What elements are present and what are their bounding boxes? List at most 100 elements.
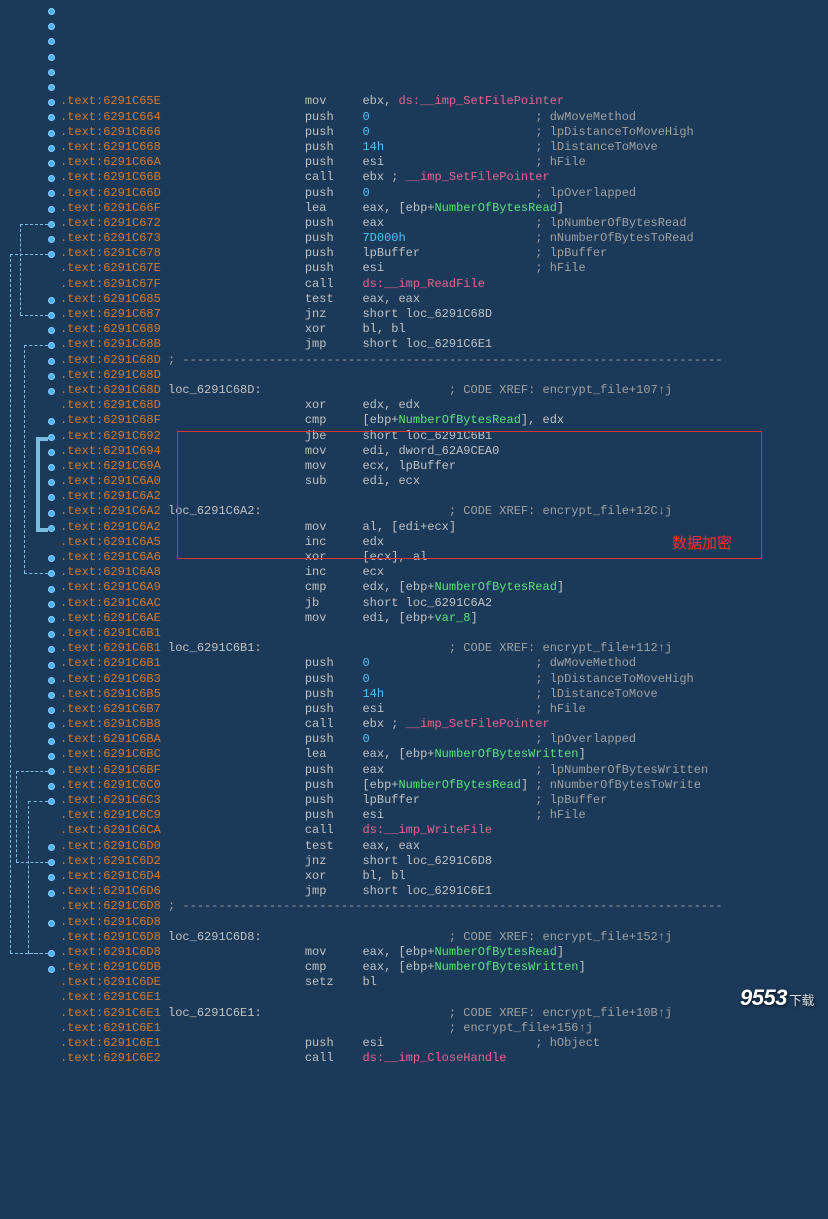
asm-line: .text:6291C687 jnz short loc_6291C68D: [60, 307, 828, 322]
breakpoint-dot[interactable]: [48, 190, 55, 197]
breakpoint-dot[interactable]: [48, 38, 55, 45]
asm-line: .text:6291C6AE mov edi, [ebp+var_8]: [60, 611, 828, 626]
breakpoint-dot[interactable]: [48, 236, 55, 243]
breakpoint-dot[interactable]: [48, 175, 55, 182]
breakpoint-dot[interactable]: [48, 677, 55, 684]
breakpoint-dot[interactable]: [48, 555, 55, 562]
address: .text:6291C6A8: [60, 565, 161, 579]
asm-line: .text:6291C689 xor bl, bl: [60, 322, 828, 337]
breakpoint-dot[interactable]: [48, 570, 55, 577]
breakpoint-dot[interactable]: [48, 783, 55, 790]
breakpoint-dot[interactable]: [48, 160, 55, 167]
asm-line: .text:6291C6D4 xor bl, bl: [60, 869, 828, 884]
breakpoint-dot[interactable]: [48, 434, 55, 441]
breakpoint-dot[interactable]: [48, 859, 55, 866]
address: .text:6291C6B1: [60, 641, 161, 655]
address: .text:6291C6BC: [60, 747, 161, 761]
breakpoint-dot[interactable]: [48, 479, 55, 486]
breakpoint-dot[interactable]: [48, 342, 55, 349]
breakpoint-dot[interactable]: [48, 920, 55, 927]
breakpoint-dot[interactable]: [48, 798, 55, 805]
breakpoint-dot[interactable]: [48, 722, 55, 729]
address: .text:6291C66B: [60, 170, 161, 184]
breakpoint-dot[interactable]: [48, 145, 55, 152]
asm-line: .text:6291C6E1 push esi ; hObject: [60, 1036, 828, 1051]
breakpoint-dot[interactable]: [48, 966, 55, 973]
asm-line: .text:6291C66A push esi ; hFile: [60, 155, 828, 170]
asm-line: .text:6291C664 push 0 ; dwMoveMethod: [60, 110, 828, 125]
breakpoint-dot[interactable]: [48, 114, 55, 121]
asm-line: .text:6291C6A8 inc ecx: [60, 565, 828, 580]
breakpoint-dot[interactable]: [48, 950, 55, 957]
breakpoint-dot[interactable]: [48, 494, 55, 501]
asm-line: .text:6291C6BA push 0 ; lpOverlapped: [60, 732, 828, 747]
code-label: loc_6291C6A2:: [168, 504, 449, 518]
breakpoint-dot[interactable]: [48, 510, 55, 517]
address: .text:6291C68F: [60, 413, 161, 427]
breakpoint-dot[interactable]: [48, 753, 55, 760]
asm-line: .text:6291C66F lea eax, [ebp+NumberOfByt…: [60, 201, 828, 216]
breakpoint-dot[interactable]: [48, 844, 55, 851]
asm-line: .text:6291C673 push 7D000h ; nNumberOfBy…: [60, 231, 828, 246]
address: .text:6291C6D2: [60, 854, 161, 868]
breakpoint-dot[interactable]: [48, 388, 55, 395]
asm-line: .text:6291C69A mov ecx, lpBuffer: [60, 459, 828, 474]
asm-line: .text:6291C6B1: [60, 626, 828, 641]
address: .text:6291C6A0: [60, 474, 161, 488]
breakpoint-dot[interactable]: [48, 418, 55, 425]
breakpoint-dot[interactable]: [48, 449, 55, 456]
breakpoint-dot[interactable]: [48, 874, 55, 881]
gutter: [0, 0, 60, 1024]
breakpoint-dot[interactable]: [48, 692, 55, 699]
breakpoint-dot[interactable]: [48, 601, 55, 608]
asm-line: .text:6291C666 push 0 ; lpDistanceToMove…: [60, 125, 828, 140]
breakpoint-dot[interactable]: [48, 130, 55, 137]
breakpoint-dot[interactable]: [48, 251, 55, 258]
breakpoint-dot[interactable]: [48, 890, 55, 897]
breakpoint-dot[interactable]: [48, 586, 55, 593]
breakpoint-dot[interactable]: [48, 221, 55, 228]
breakpoint-dot[interactable]: [48, 8, 55, 15]
address: .text:6291C6B7: [60, 702, 161, 716]
breakpoint-dot[interactable]: [48, 646, 55, 653]
breakpoint-dot[interactable]: [48, 23, 55, 30]
breakpoint-dot[interactable]: [48, 99, 55, 106]
watermark: 9553下载: [729, 956, 814, 1012]
asm-line: .text:6291C6D2 jnz short loc_6291C6D8: [60, 854, 828, 869]
breakpoint-dot[interactable]: [48, 631, 55, 638]
address: .text:6291C68D: [60, 398, 161, 412]
asm-line: .text:6291C66B call ebx ; __imp_SetFileP…: [60, 170, 828, 185]
asm-line: .text:6291C6D8 ; -----------------------…: [60, 899, 828, 914]
breakpoint-dot[interactable]: [48, 738, 55, 745]
breakpoint-dot[interactable]: [48, 768, 55, 775]
breakpoint-dot[interactable]: [48, 297, 55, 304]
breakpoint-dot[interactable]: [48, 373, 55, 380]
address: .text:6291C66A: [60, 155, 161, 169]
address: .text:6291C6E1: [60, 990, 161, 1004]
asm-line: .text:6291C6B1 push 0 ; dwMoveMethod: [60, 656, 828, 671]
breakpoint-dot[interactable]: [48, 707, 55, 714]
asm-line: .text:6291C6AC jb short loc_6291C6A2: [60, 596, 828, 611]
breakpoint-dot[interactable]: [48, 464, 55, 471]
breakpoint-dot[interactable]: [48, 616, 55, 623]
breakpoint-dot[interactable]: [48, 358, 55, 365]
asm-line: .text:6291C6E1 loc_6291C6E1: ; CODE XREF…: [60, 1006, 828, 1021]
asm-line: .text:6291C668 push 14h ; lDistanceToMov…: [60, 140, 828, 155]
address: .text:6291C6B5: [60, 687, 161, 701]
breakpoint-dot[interactable]: [48, 312, 55, 319]
breakpoint-dot[interactable]: [48, 327, 55, 334]
asm-line: .text:6291C68F cmp [ebp+NumberOfBytesRea…: [60, 413, 828, 428]
breakpoint-dot[interactable]: [48, 525, 55, 532]
address: .text:6291C6B3: [60, 672, 161, 686]
asm-line: .text:6291C65E mov ebx, ds:__imp_SetFile…: [60, 94, 828, 109]
address: .text:6291C6D8: [60, 915, 161, 929]
asm-line: .text:6291C68D ; -----------------------…: [60, 353, 828, 368]
breakpoint-dot[interactable]: [48, 84, 55, 91]
address: .text:6291C66F: [60, 201, 161, 215]
breakpoint-dot[interactable]: [48, 206, 55, 213]
address: .text:6291C6C3: [60, 793, 161, 807]
code-label: loc_6291C68D:: [168, 383, 449, 397]
breakpoint-dot[interactable]: [48, 662, 55, 669]
breakpoint-dot[interactable]: [48, 69, 55, 76]
breakpoint-dot[interactable]: [48, 54, 55, 61]
